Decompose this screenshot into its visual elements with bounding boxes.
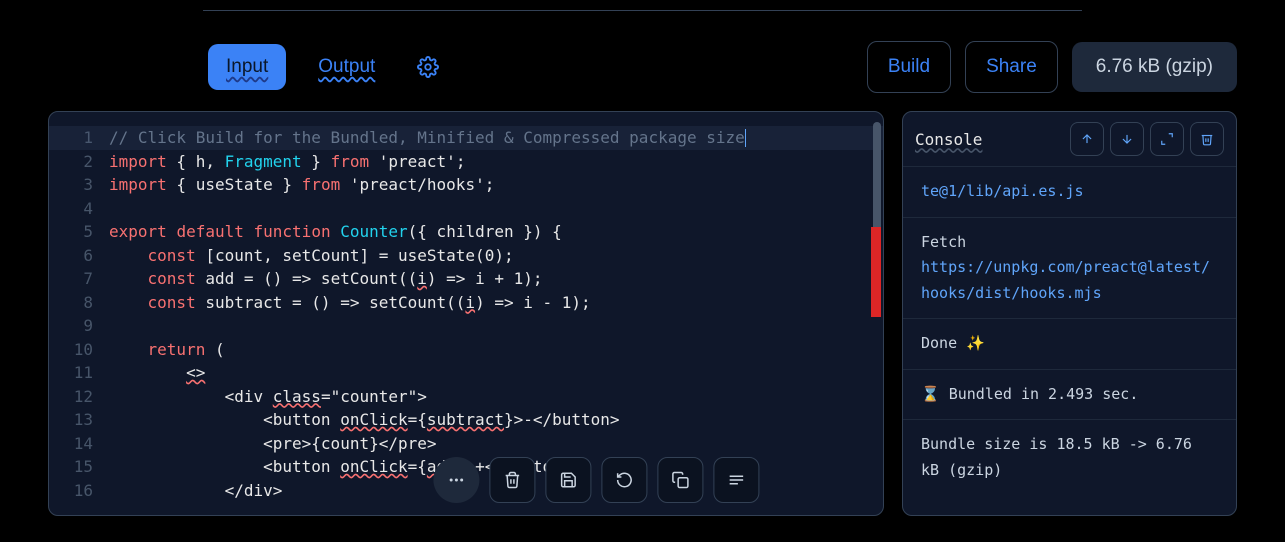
error-marker[interactable] — [871, 227, 881, 317]
scroll-down-button[interactable] — [1110, 122, 1144, 156]
reset-button[interactable] — [601, 457, 647, 503]
console-panel: Console te@1/lib/api.es.js — [902, 111, 1237, 516]
expand-button[interactable] — [1150, 122, 1184, 156]
console-title: Console — [915, 130, 1064, 149]
trash-icon — [1200, 132, 1214, 146]
toolbar: Input Output Build Share 6.76 kB (gzip) — [208, 41, 1237, 93]
console-body: te@1/lib/api.es.js Fetch https://unpkg.c… — [903, 166, 1236, 515]
console-entry: Done ✨ — [903, 318, 1236, 369]
wrap-icon — [727, 471, 745, 489]
arrow-down-icon — [1120, 132, 1134, 146]
tab-output[interactable]: Output — [300, 44, 393, 90]
save-button[interactable] — [545, 457, 591, 503]
code-area[interactable]: // Click Build for the Bundled, Minified… — [103, 112, 883, 515]
bundle-size-badge: 6.76 kB (gzip) — [1072, 42, 1237, 92]
console-link[interactable]: te@1/lib/api.es.js — [921, 182, 1084, 200]
gear-icon — [417, 56, 439, 78]
clear-button[interactable] — [489, 457, 535, 503]
line-gutter: 1 2 3 4 5 6 7 8 9 10 11 12 13 14 15 16 — [49, 112, 103, 515]
console-link[interactable]: https://unpkg.com/preact@latest/hooks/di… — [921, 258, 1210, 302]
trash-icon — [503, 471, 521, 489]
wrap-button[interactable] — [713, 457, 759, 503]
share-button[interactable]: Share — [965, 41, 1058, 93]
clear-console-button[interactable] — [1190, 122, 1224, 156]
console-entry: Fetch https://unpkg.com/preact@latest/ho… — [903, 217, 1236, 319]
editor-floating-toolbar — [433, 457, 759, 503]
copy-icon — [671, 471, 689, 489]
save-icon — [559, 471, 577, 489]
console-entry: ⌛ Bundled in 2.493 sec. — [903, 369, 1236, 420]
expand-icon — [1160, 132, 1174, 146]
build-button[interactable]: Build — [867, 41, 951, 93]
console-entry: te@1/lib/api.es.js — [903, 166, 1236, 217]
more-button[interactable] — [433, 457, 479, 503]
settings-button[interactable] — [407, 46, 449, 88]
dots-icon — [447, 471, 465, 489]
tab-input[interactable]: Input — [208, 44, 286, 90]
text-cursor — [745, 129, 746, 147]
copy-button[interactable] — [657, 457, 703, 503]
code-editor[interactable]: 1 2 3 4 5 6 7 8 9 10 11 12 13 14 15 16 — [48, 111, 884, 516]
editor-scrollbar[interactable] — [873, 122, 881, 505]
console-entry: Bundle size is 18.5 kB -> 6.76 kB (gzip) — [903, 419, 1236, 495]
scroll-up-button[interactable] — [1070, 122, 1104, 156]
arrow-up-icon — [1080, 132, 1094, 146]
top-input-outline — [203, 10, 1082, 11]
refresh-icon — [615, 471, 633, 489]
